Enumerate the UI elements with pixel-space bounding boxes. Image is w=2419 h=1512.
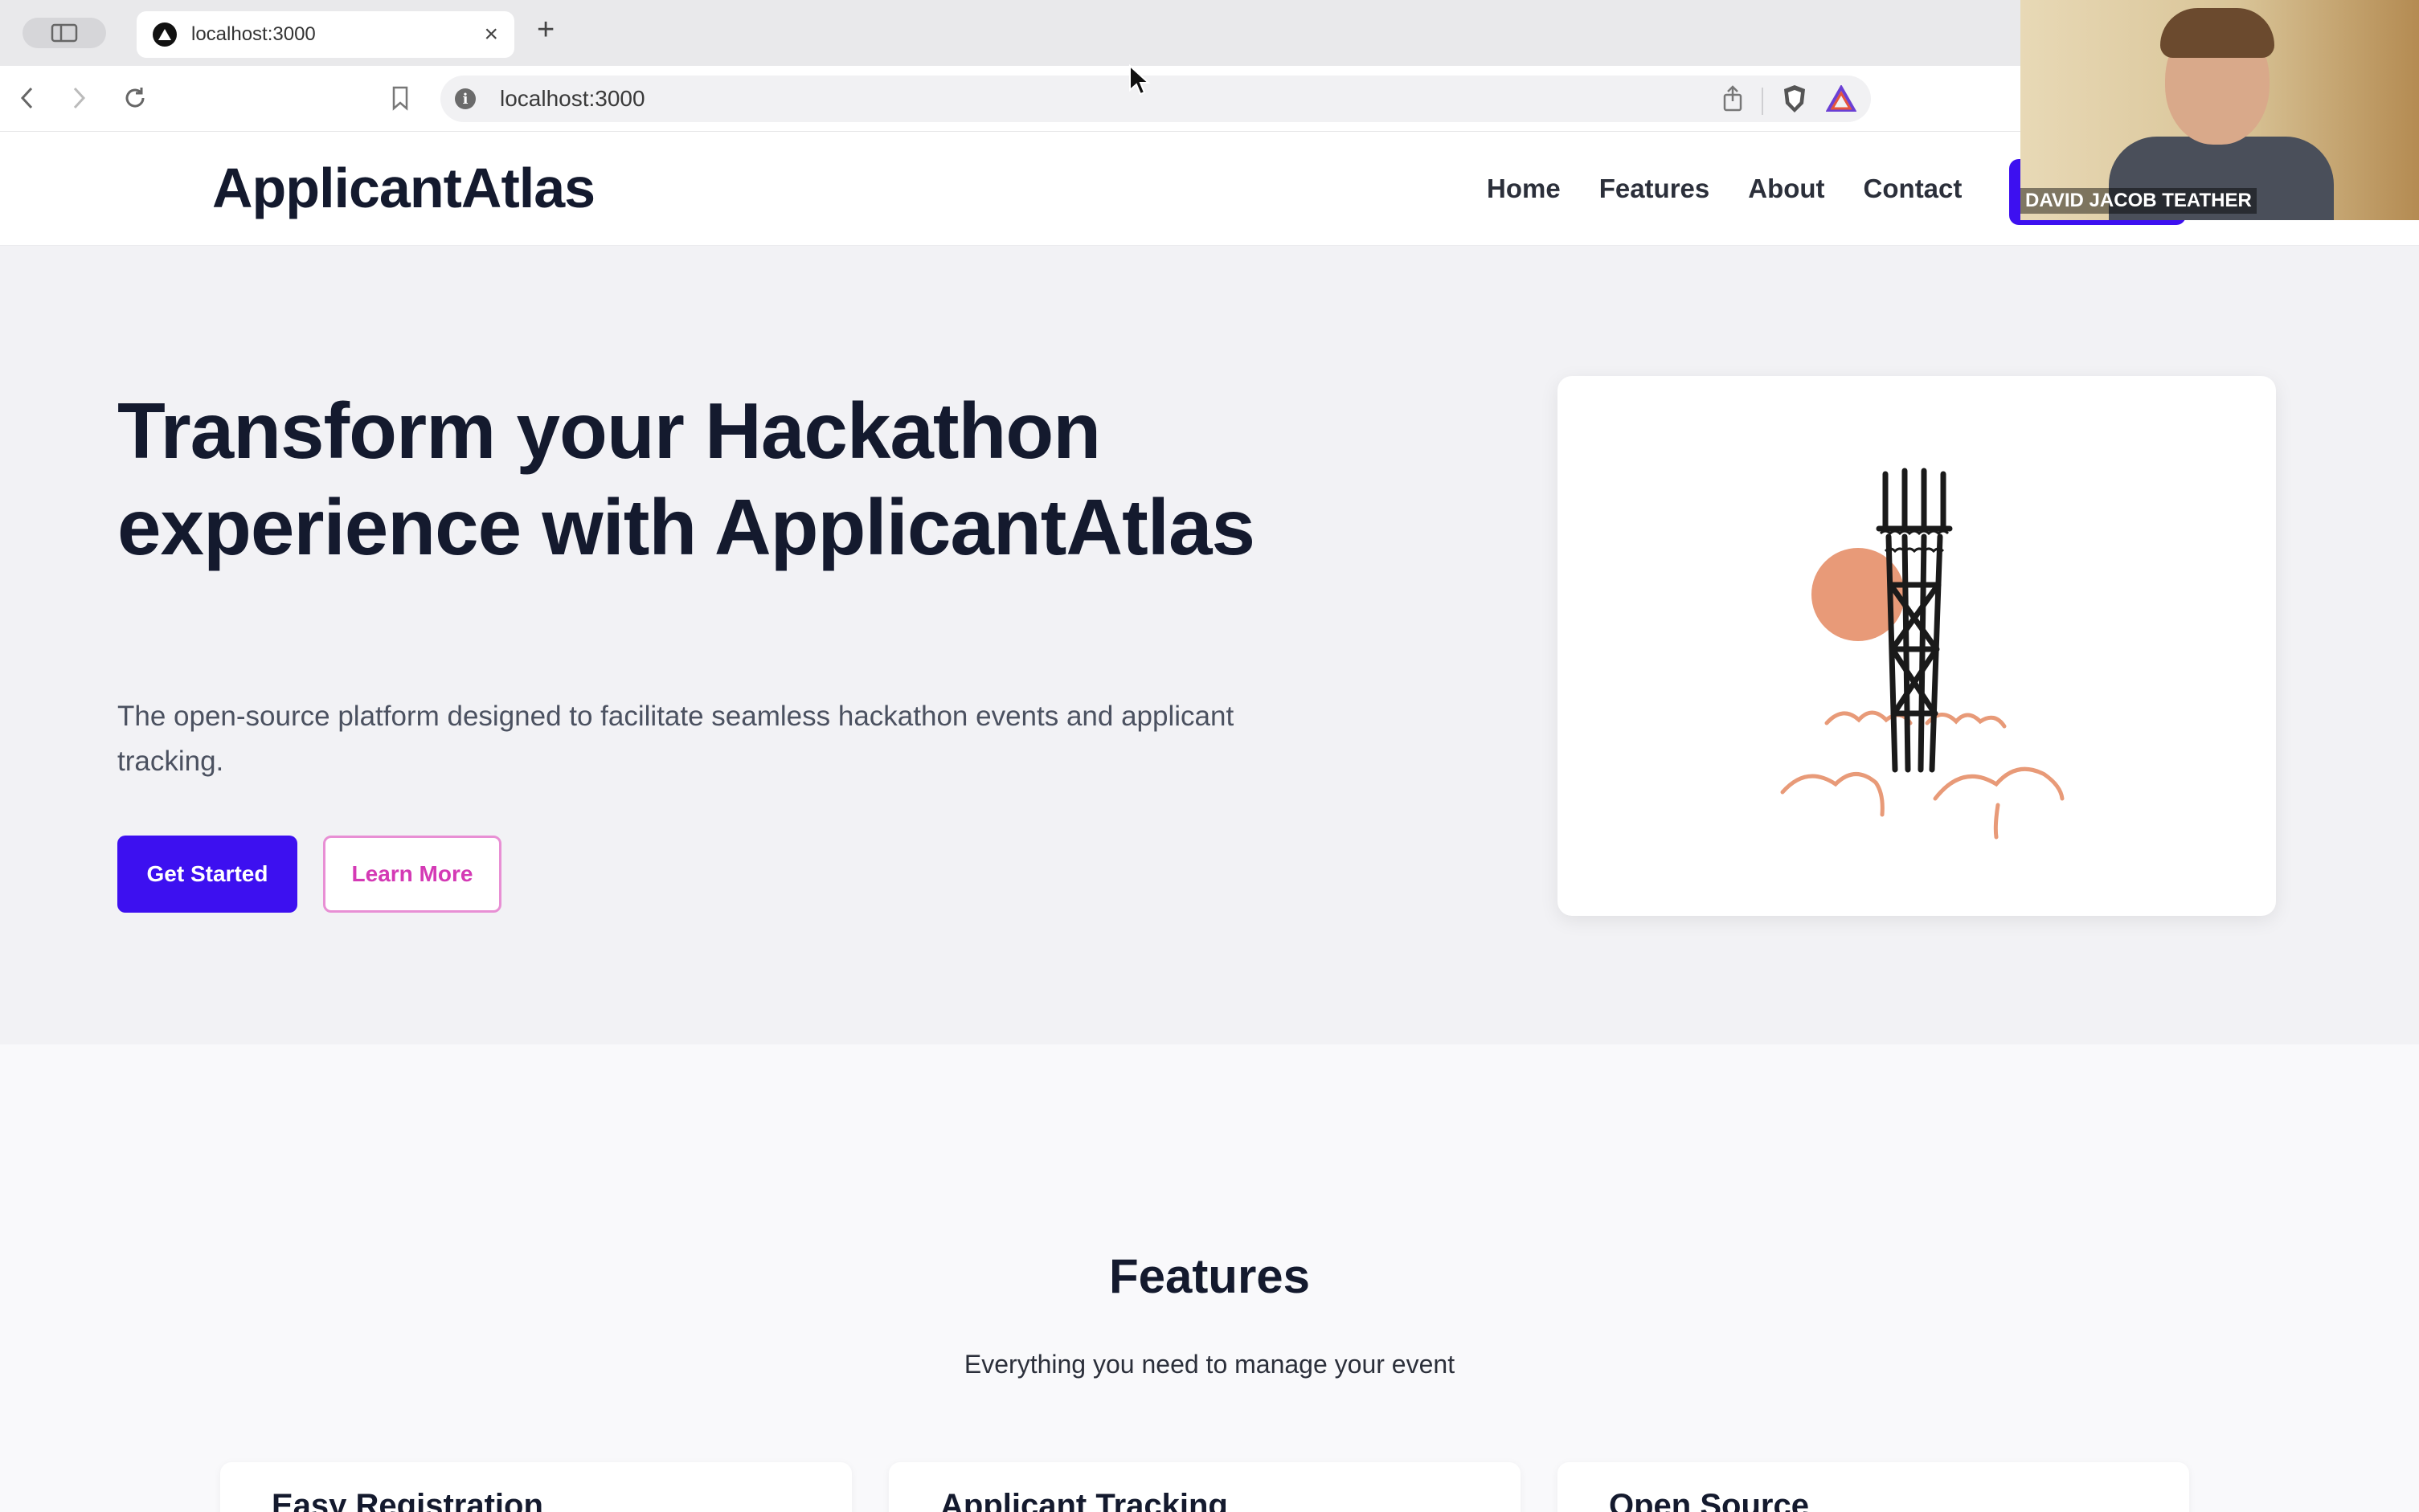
hero-title: Transform your Hackathon experience with…: [117, 386, 1255, 571]
brave-rewards-icon[interactable]: [1825, 84, 1857, 116]
tab-title: localhost:3000: [191, 23, 316, 45]
feature-card: Easy Registration: [220, 1462, 852, 1512]
feature-card: Applicant Tracking: [889, 1462, 1521, 1512]
back-icon[interactable]: [11, 82, 43, 114]
feature-card-title: Applicant Tracking: [940, 1488, 1228, 1512]
learn-more-button[interactable]: Learn More: [323, 836, 501, 913]
forward-icon[interactable]: [63, 82, 95, 114]
nav-link-contact[interactable]: Contact: [1864, 174, 1963, 204]
nav-link-about[interactable]: About: [1748, 174, 1824, 204]
sidebar-icon: [51, 23, 78, 43]
tower-shape: [1876, 468, 1953, 773]
nav-link-home[interactable]: Home: [1487, 174, 1561, 204]
mouse-cursor-icon: [1129, 64, 1151, 96]
tab-close-icon[interactable]: ×: [484, 22, 498, 47]
toolbar-separator: [1762, 87, 1763, 115]
webcam-overlay: DAVID JACOB TEATHER: [2020, 0, 2419, 220]
webcam-person-hair: [2160, 8, 2274, 58]
sutro-tower-illustration: [1780, 468, 2065, 840]
feature-card-title: Easy Registration: [272, 1488, 543, 1512]
features-section: Features Everything you need to manage y…: [0, 1044, 2419, 1512]
url-text[interactable]: localhost:3000: [500, 86, 645, 112]
sidebar-toggle-button[interactable]: [23, 18, 106, 48]
feature-card-title: Open Source: [1609, 1488, 1809, 1512]
feature-card: Open Source: [1557, 1462, 2189, 1512]
features-subtitle: Everything you need to manage your event: [964, 1350, 1455, 1379]
hero-section: Transform your Hackathon experience with…: [0, 246, 2419, 1044]
reload-icon[interactable]: [119, 82, 151, 114]
bookmark-icon[interactable]: [384, 82, 416, 114]
browser-tab[interactable]: localhost:3000 ×: [137, 11, 514, 58]
share-icon[interactable]: [1721, 85, 1744, 116]
address-bar[interactable]: i localhost:3000: [440, 76, 1871, 122]
favicon-icon: [153, 22, 177, 47]
webcam-name-label: DAVID JACOB TEATHER: [2020, 188, 2257, 214]
site-logo[interactable]: ApplicantAtlas: [212, 156, 596, 220]
site-info-icon[interactable]: i: [455, 88, 476, 109]
new-tab-button[interactable]: +: [537, 14, 555, 45]
brave-shield-icon[interactable]: [1781, 84, 1808, 118]
hero-subtitle: The open-source platform designed to fac…: [117, 701, 1234, 777]
nav-link-features[interactable]: Features: [1599, 174, 1710, 204]
get-started-button[interactable]: Get Started: [117, 836, 297, 913]
features-title: Features: [1108, 1249, 1311, 1303]
site-nav: Home Features About Contact: [1487, 174, 1962, 204]
hero-illustration-card: [1557, 376, 2276, 916]
